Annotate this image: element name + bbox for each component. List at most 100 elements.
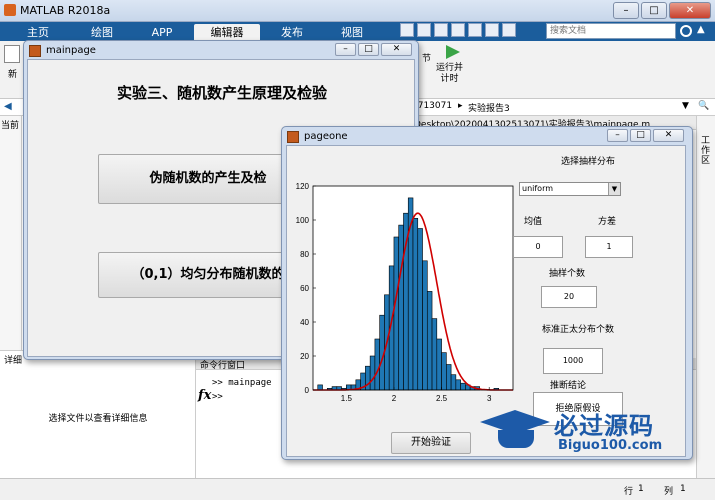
x-tick-label: 2.5: [436, 394, 448, 403]
histogram-bar: [369, 355, 376, 391]
y-tick-label: 80: [300, 250, 309, 259]
histogram-bar: [412, 217, 419, 391]
mainpage-minimize-button[interactable]: –: [335, 43, 356, 56]
y-tick-label: 20: [300, 352, 309, 361]
ribbon-tabs: 主页 绘图 APP 编辑器 发布 视图 ▲: [0, 22, 715, 41]
section-label: 节: [422, 54, 432, 64]
y-tick-label: 40: [300, 318, 309, 327]
mainpage-heading: 实验三、随机数产生原理及检验: [116, 84, 327, 102]
breadcrumb-part2[interactable]: 实验报告3: [468, 101, 510, 114]
histogram-bar: [374, 338, 380, 391]
x-tick-label: 1.5: [341, 394, 353, 403]
search-icon[interactable]: [680, 25, 692, 37]
pageone-maximize-button[interactable]: □: [630, 129, 651, 142]
matlab-logo-icon: [4, 4, 16, 16]
normal-count-input[interactable]: 1000: [543, 348, 603, 374]
details-title: 详细: [4, 356, 23, 366]
undo-icon[interactable]: [468, 23, 482, 37]
histogram-chart: 0 20 40 60 80 100 120 1.5 2 2.5 3: [296, 182, 514, 403]
pageone-close-button[interactable]: ✕: [653, 129, 684, 142]
pageone-window-controls: – □ ✕: [607, 129, 684, 142]
command-history-line: >> mainpage: [212, 378, 272, 388]
details-panel: 详细 选择文件以查看详细信息: [0, 350, 196, 480]
cut-icon[interactable]: [417, 23, 431, 37]
col-value: 1: [680, 484, 686, 494]
tab-view[interactable]: 视图: [322, 24, 382, 41]
distribution-label: 选择抽样分布: [560, 157, 615, 167]
histogram-bar: [455, 379, 461, 391]
graduation-cap-base: [498, 430, 534, 448]
details-hint: 选择文件以查看详细信息: [48, 414, 148, 424]
figure-icon: [287, 131, 299, 143]
histogram-bar: [422, 260, 428, 391]
col-label: 列: [664, 487, 674, 497]
watermark-url: Biguo100.com: [558, 438, 663, 453]
histogram-bar: [398, 224, 404, 391]
chevron-down-icon[interactable]: ▼: [608, 183, 620, 195]
mean-label: 均值: [523, 217, 542, 227]
window-controls: – □ ✕: [613, 2, 711, 19]
sample-size-label: 抽样个数: [548, 269, 585, 279]
back-arrow-icon[interactable]: ◀: [4, 101, 12, 112]
pageone-title: pageone: [304, 131, 348, 142]
path-dropdown-icon[interactable]: ▼: [682, 101, 689, 111]
help-icon[interactable]: [502, 23, 516, 37]
conclusion-label: 推断结论: [549, 381, 586, 391]
variance-label: 方差: [597, 217, 616, 227]
tab-plots[interactable]: 绘图: [72, 24, 132, 41]
y-tick-label: 0: [305, 386, 310, 395]
function-browser-icon[interactable]: fx: [198, 388, 211, 403]
x-tick-label: 3: [487, 394, 492, 403]
status-bar: 行 1 列 1: [0, 478, 715, 500]
current-folder-label: 当前: [1, 121, 20, 131]
tab-apps[interactable]: APP: [134, 24, 190, 41]
current-folder-panel[interactable]: 当前: [0, 116, 22, 356]
copy-icon[interactable]: [434, 23, 448, 37]
histogram-bar: [393, 236, 400, 391]
watermark-text: 必过源码: [554, 412, 654, 440]
run-and-time-label[interactable]: 运行并 计时: [436, 63, 463, 85]
tab-publish[interactable]: 发布: [262, 24, 322, 41]
tab-editor[interactable]: 编辑器: [194, 24, 260, 41]
paste-icon[interactable]: [451, 23, 465, 37]
watermark: 必过源码 Biguo100.com: [480, 404, 702, 460]
mainpage-title: mainpage: [46, 45, 96, 56]
redo-icon[interactable]: [485, 23, 499, 37]
figure-icon: [29, 45, 41, 57]
command-prompt[interactable]: >>: [212, 392, 223, 402]
browse-folder-icon[interactable]: 🔍: [698, 101, 709, 111]
app-title: MATLAB R2018a: [20, 4, 111, 17]
minimize-button[interactable]: –: [613, 2, 639, 19]
sample-size-input[interactable]: 20: [541, 286, 597, 308]
mean-input[interactable]: 0: [513, 236, 563, 258]
variance-input[interactable]: 1: [585, 236, 633, 258]
histogram-bar: [441, 352, 447, 391]
quick-access-toolbar: [400, 23, 516, 37]
maximize-button[interactable]: □: [641, 2, 667, 19]
search-docs-input[interactable]: [546, 23, 676, 39]
row-label: 行: [624, 487, 634, 497]
histogram-bar: [460, 382, 466, 391]
row-value: 1: [638, 484, 644, 494]
histogram-bar: [426, 291, 433, 391]
normal-count-label: 标准正太分布个数: [541, 325, 614, 335]
mainpage-maximize-button[interactable]: □: [358, 43, 379, 56]
close-button[interactable]: ✕: [669, 2, 711, 19]
start-verify-button[interactable]: 开始验证: [391, 432, 471, 454]
y-tick-label: 100: [296, 216, 310, 225]
y-tick-label: 60: [300, 284, 309, 293]
new-file-icon[interactable]: [4, 45, 20, 63]
mainpage-window-controls: – □ ✕: [335, 43, 412, 56]
pageone-minimize-button[interactable]: –: [607, 129, 628, 142]
mainpage-close-button[interactable]: ✕: [381, 43, 412, 56]
distribution-select-value: uniform: [522, 184, 554, 193]
save-icon[interactable]: [400, 23, 414, 37]
histogram-bar: [450, 374, 457, 391]
ribbon-collapse-icon[interactable]: ▲: [697, 24, 705, 35]
workspace-label: 工作区: [701, 136, 711, 166]
tab-home[interactable]: 主页: [8, 24, 68, 41]
histogram-bar: [436, 338, 442, 391]
run-and-time-icon[interactable]: [446, 45, 460, 59]
distribution-select[interactable]: uniform ▼: [519, 182, 621, 196]
histogram-bar: [417, 228, 423, 391]
